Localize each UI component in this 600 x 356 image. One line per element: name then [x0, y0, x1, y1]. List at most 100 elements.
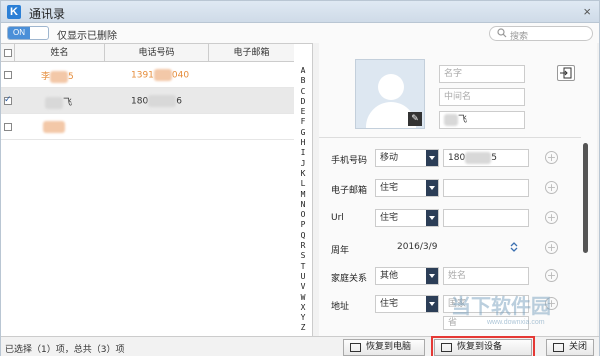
date-spinner-icon[interactable]	[510, 241, 518, 253]
close-window-icon[interactable]: ×	[583, 4, 591, 19]
alphabet-letter[interactable]: E	[294, 107, 312, 117]
table-row[interactable]	[1, 114, 294, 140]
column-header-email[interactable]: 电子邮箱	[209, 44, 294, 62]
alphabet-letter[interactable]: Y	[294, 313, 312, 323]
first-name-field[interactable]: 名字	[439, 65, 525, 83]
url-field[interactable]	[443, 209, 529, 227]
detail-scrollbar[interactable]	[583, 143, 588, 253]
row-checkbox[interactable]	[4, 95, 12, 105]
device-icon	[441, 343, 452, 352]
search-placeholder: 搜索	[510, 32, 529, 42]
column-header-phone[interactable]: 电话号码	[105, 44, 209, 62]
import-card-button[interactable]	[557, 65, 575, 81]
show-deleted-toggle[interactable]: ON	[7, 26, 49, 40]
column-header-name[interactable]: 姓名	[15, 44, 105, 62]
alphabet-letter[interactable]: V	[294, 282, 312, 292]
table-row[interactable]: 飞 1806	[1, 88, 294, 114]
watermark-url: www.downxia.com	[487, 319, 545, 326]
alphabet-letter[interactable]: D	[294, 97, 312, 107]
address-label: 地址	[331, 302, 350, 312]
add-relation-button[interactable]: +	[545, 269, 558, 282]
row-checkbox[interactable]	[4, 71, 12, 79]
alphabet-letter[interactable]: K	[294, 169, 312, 179]
alphabet-letter[interactable]: Q	[294, 231, 312, 241]
email-label: 电子邮箱	[331, 186, 368, 196]
add-email-button[interactable]: +	[545, 181, 558, 194]
relation-type-select[interactable]: 其他	[375, 267, 439, 285]
alphabet-letter[interactable]: W	[294, 293, 312, 303]
contact-avatar[interactable]: ✎	[355, 59, 425, 129]
contact-table: 姓名 电话号码 电子邮箱 李5 1391040 飞 1806 ABCDEFGHI…	[1, 43, 313, 336]
alphabet-letter[interactable]: M	[294, 190, 312, 200]
computer-icon	[350, 343, 361, 352]
alphabet-letter[interactable]: T	[294, 262, 312, 272]
window-title: 通讯录	[29, 7, 66, 21]
add-mobile-button[interactable]: +	[545, 151, 558, 164]
contact-phone: 1391 040	[131, 69, 190, 81]
url-label: Url	[331, 213, 344, 223]
address-type-select[interactable]: 住宅	[375, 295, 439, 313]
toolbar: ON 仅显示已删除 搜索	[1, 23, 599, 43]
add-anniversary-button[interactable]: +	[545, 241, 558, 254]
url-type-select[interactable]: 住宅	[375, 209, 439, 227]
anniversary-date-field[interactable]: 2016/3/9	[393, 239, 525, 257]
exit-icon	[553, 343, 564, 352]
alphabet-letter[interactable]: C	[294, 87, 312, 97]
alphabet-letter[interactable]: F	[294, 117, 312, 127]
row-checkbox[interactable]	[4, 123, 12, 131]
search-input[interactable]: 搜索	[489, 26, 593, 42]
contact-name	[43, 121, 65, 133]
contact-name: 李5	[41, 70, 74, 83]
watermark-text: 当下软件园	[451, 294, 551, 318]
alphabet-letter[interactable]: X	[294, 303, 312, 313]
select-all-checkbox[interactable]	[4, 49, 12, 57]
search-icon	[497, 28, 507, 38]
anniversary-label: 周年	[331, 246, 350, 256]
contact-name: 飞	[45, 95, 72, 109]
alphabet-letter[interactable]: L	[294, 179, 312, 189]
add-url-button[interactable]: +	[545, 211, 558, 224]
restore-to-device-button[interactable]: 恢复到设备	[431, 336, 535, 356]
mobile-carrier-select[interactable]: 移动	[375, 149, 439, 167]
chevron-down-icon	[426, 150, 438, 166]
toggle-state: ON	[8, 27, 30, 39]
alphabet-letter[interactable]: P	[294, 220, 312, 230]
chevron-down-icon	[426, 210, 438, 226]
alphabet-letter[interactable]: H	[294, 138, 312, 148]
edit-pencil-icon[interactable]: ✎	[408, 112, 422, 126]
relation-name-field[interactable]: 姓名	[443, 267, 529, 285]
import-icon	[560, 67, 572, 79]
status-bar: 已选择（1）项，总共（3）项 恢复到电脑 恢复到设备 关闭	[1, 336, 599, 356]
alphabet-letter[interactable]: R	[294, 241, 312, 251]
chevron-down-icon	[426, 268, 438, 284]
middle-name-field[interactable]: 中间名	[439, 88, 525, 106]
restore-to-pc-button[interactable]: 恢复到电脑	[343, 339, 425, 356]
app-logo-icon: K	[7, 5, 21, 19]
selection-count: 已选择（1）项，总共（3）项	[5, 345, 125, 355]
alphabet-letter[interactable]: A	[294, 66, 312, 76]
mobile-number-field[interactable]: 180 5	[443, 149, 529, 167]
email-field[interactable]	[443, 179, 529, 197]
show-deleted-label: 仅显示已删除	[57, 31, 117, 42]
email-type-select[interactable]: 住宅	[375, 179, 439, 197]
table-row[interactable]: 李5 1391 040	[1, 62, 294, 88]
alphabet-letter[interactable]: S	[294, 251, 312, 261]
alphabet-letter[interactable]: B	[294, 76, 312, 86]
relation-label: 家庭关系	[331, 274, 368, 284]
mobile-label: 手机号码	[331, 156, 368, 166]
alphabet-index: ABCDEFGHIJKLMNOPQRSTUVWXYZ	[294, 66, 312, 334]
alphabet-letter[interactable]: I	[294, 148, 312, 158]
contacts-window: K 通讯录 × ON 仅显示已删除 搜索 姓名 电话号码 电子邮箱 李5 139…	[0, 0, 600, 356]
chevron-down-icon	[426, 180, 438, 196]
close-button[interactable]: 关闭	[546, 339, 594, 356]
alphabet-letter[interactable]: J	[294, 159, 312, 169]
alphabet-letter[interactable]: N	[294, 200, 312, 210]
alphabet-letter[interactable]: U	[294, 272, 312, 282]
alphabet-letter[interactable]: G	[294, 128, 312, 138]
title-bar: K 通讯录 ×	[1, 1, 599, 23]
table-header: 姓名 电话号码 电子邮箱	[1, 44, 294, 62]
alphabet-letter[interactable]: Z	[294, 323, 312, 333]
contact-phone: 180 6	[131, 95, 182, 107]
last-name-field[interactable]: 飞	[439, 111, 525, 129]
alphabet-letter[interactable]: O	[294, 210, 312, 220]
